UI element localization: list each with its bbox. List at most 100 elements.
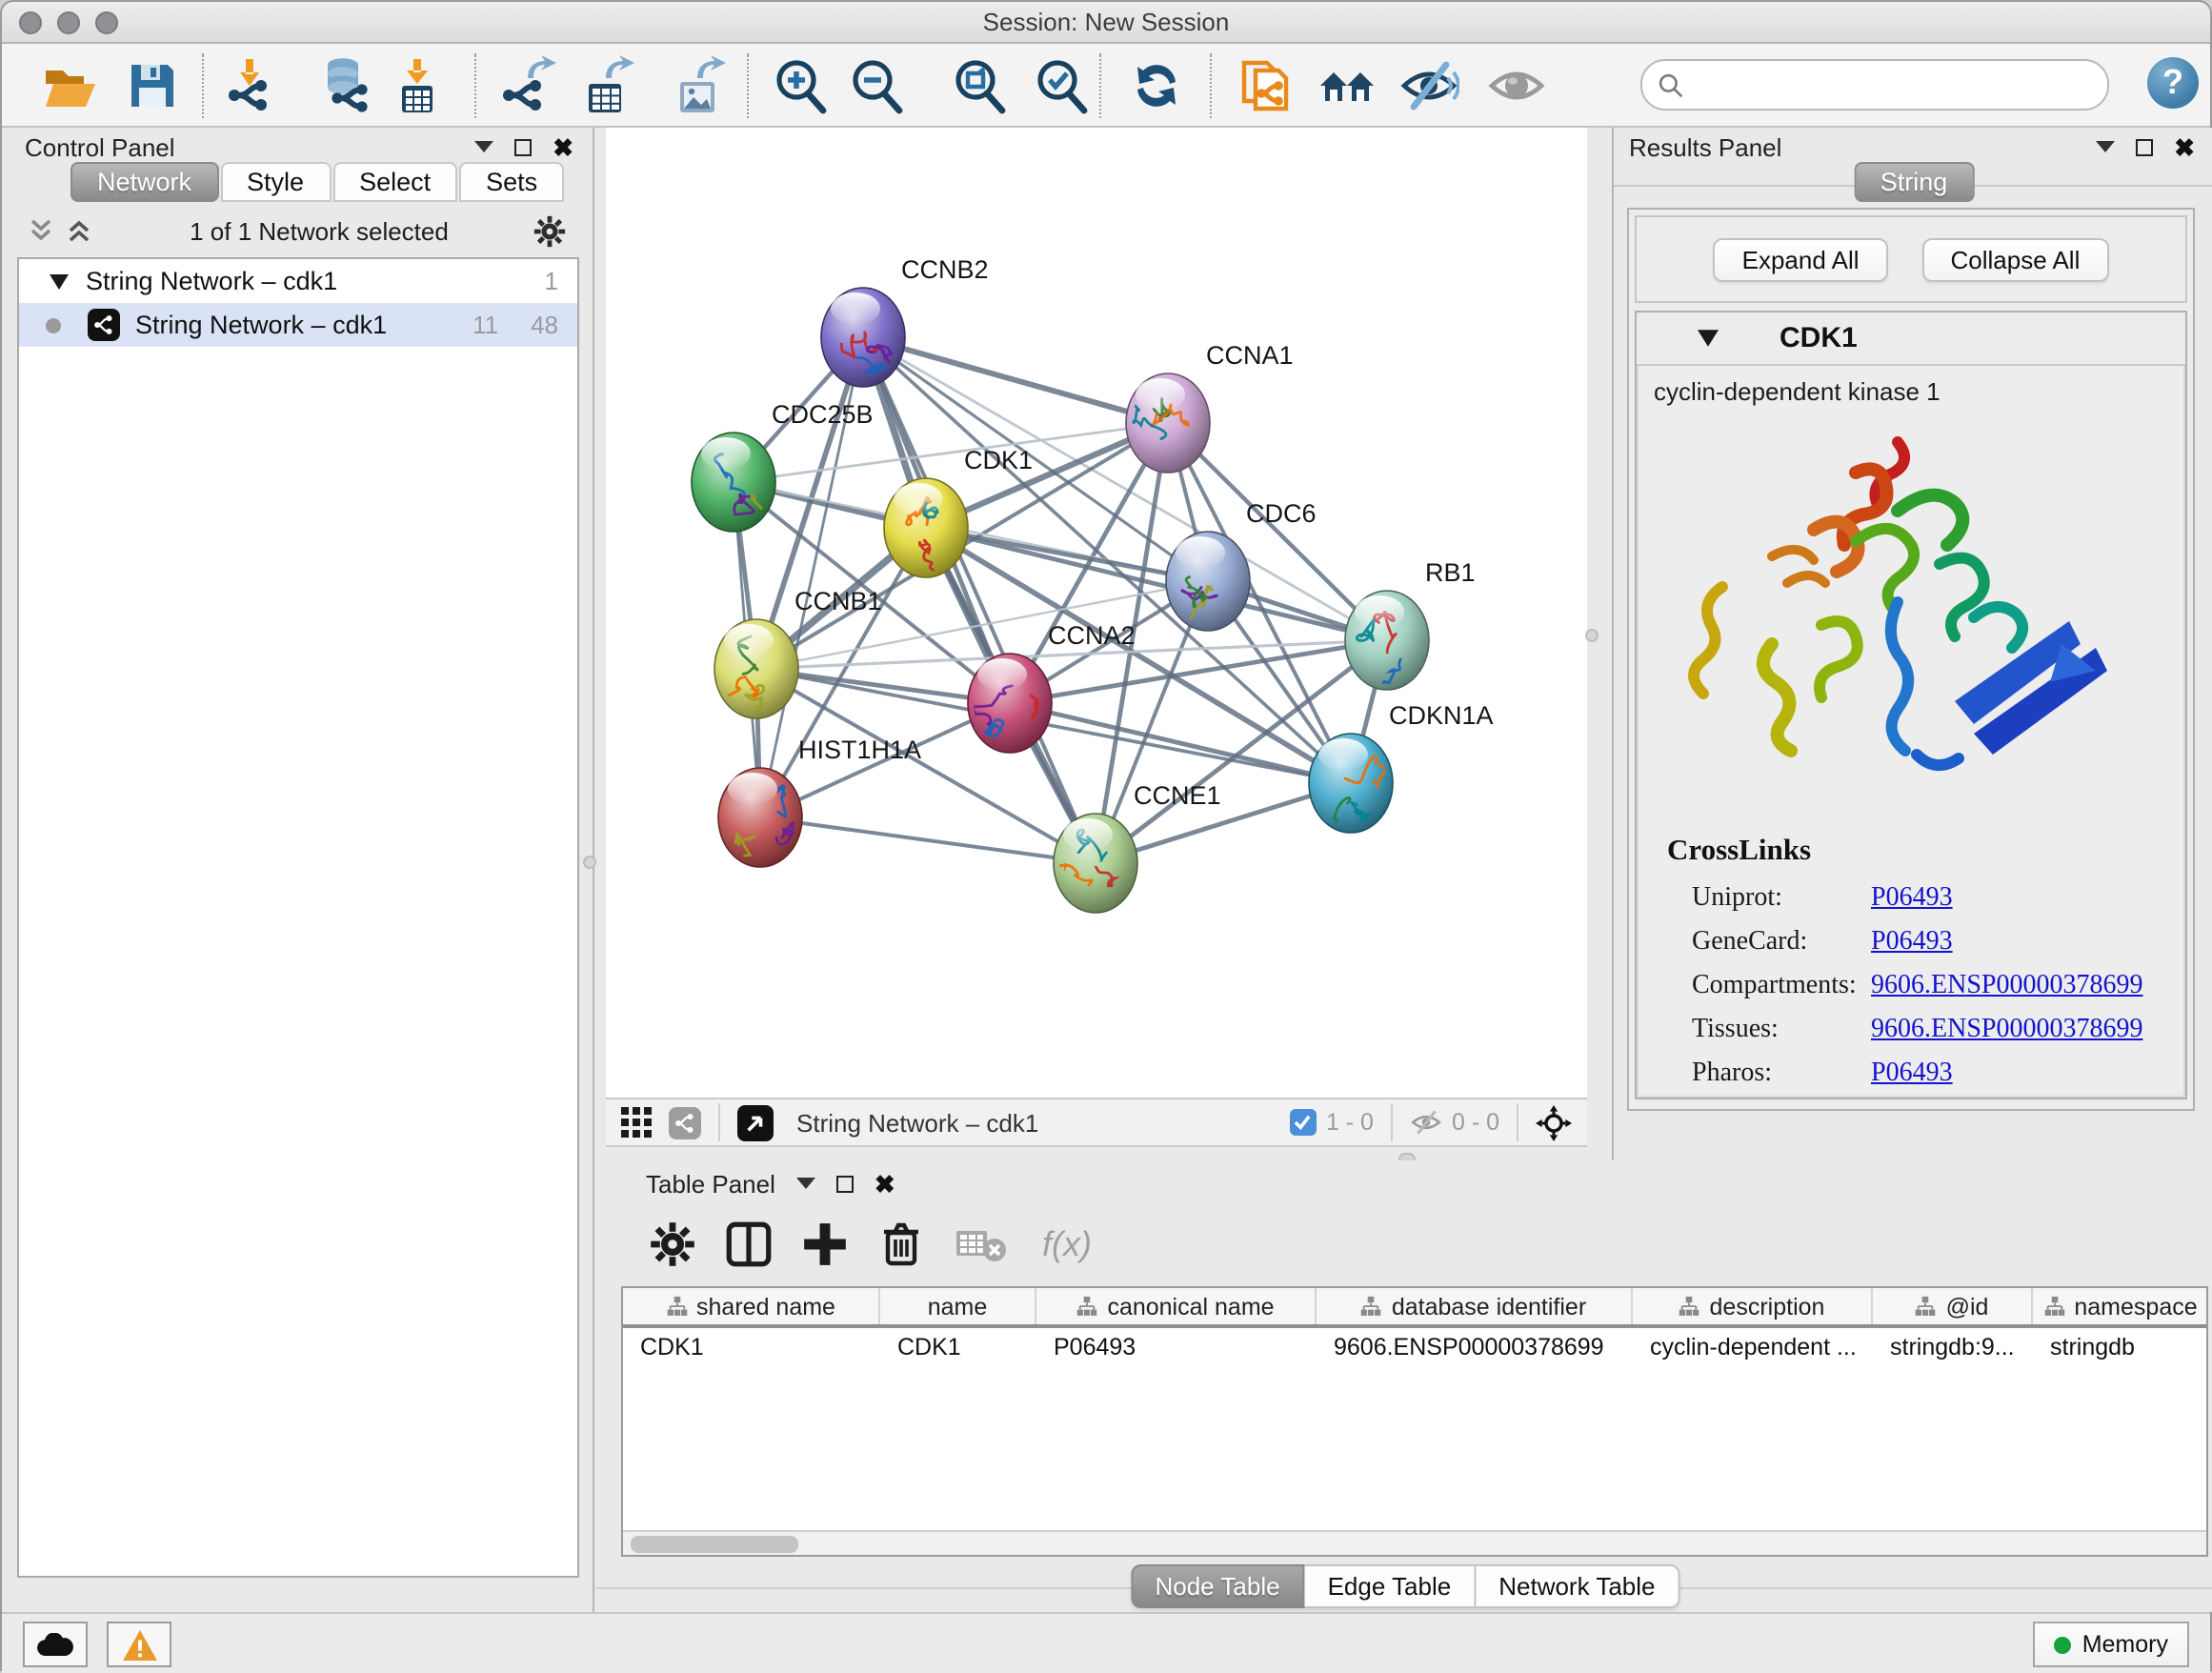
control-panel-tab-sets[interactable]: Sets — [459, 162, 564, 202]
table-tab-node-table[interactable]: Node Table — [1130, 1564, 1304, 1608]
import-network-icon[interactable] — [219, 55, 280, 116]
column-header-canonical-name[interactable]: canonical name — [1036, 1288, 1317, 1324]
workspace: Control Panel ✖ NetworkStyleSelectSets 1… — [2, 128, 2212, 1612]
section-expander-icon[interactable] — [1698, 330, 1719, 347]
show-columns-icon[interactable] — [726, 1221, 772, 1267]
collapse-all-networks-icon[interactable] — [29, 219, 53, 242]
open-in-window-icon[interactable] — [737, 1104, 774, 1140]
panel-float-icon[interactable] — [514, 138, 532, 155]
panel-menu-icon[interactable] — [796, 1178, 815, 1189]
table-cell[interactable]: P06493 — [1036, 1328, 1317, 1366]
column-header-namespace[interactable]: namespace — [2033, 1288, 2208, 1324]
collapse-all-button[interactable]: Collapse All — [1922, 237, 2109, 281]
delete-column-trash-icon[interactable] — [878, 1221, 924, 1267]
panel-menu-icon[interactable] — [2096, 141, 2115, 152]
selected-items-checkbox[interactable] — [1290, 1109, 1317, 1136]
save-session-icon[interactable] — [122, 55, 183, 116]
import-table-icon[interactable] — [387, 55, 448, 116]
left-splitter-handle[interactable] — [583, 856, 596, 869]
panel-close-icon[interactable]: ✖ — [875, 1175, 895, 1192]
table-cell[interactable]: CDK1 — [623, 1328, 880, 1366]
protein-section-header[interactable]: CDK1 — [1637, 312, 2185, 366]
string-home-icon[interactable] — [1317, 55, 1377, 116]
table-options-gear-icon[interactable] — [650, 1221, 695, 1267]
panel-close-icon[interactable]: ✖ — [2174, 138, 2195, 155]
node-RB1[interactable]: RB1 — [1345, 558, 1476, 695]
zoom-out-icon[interactable] — [846, 55, 907, 116]
string-import-icon[interactable] — [1237, 55, 1297, 116]
zoom-fit-icon[interactable] — [949, 55, 1010, 116]
function-builder-icon[interactable]: f(x) — [1038, 1221, 1103, 1267]
control-panel-tab-style[interactable]: Style — [220, 162, 331, 202]
column-header-description[interactable]: description — [1633, 1288, 1873, 1324]
zoom-selected-icon[interactable] — [1031, 55, 1092, 116]
network-options-gear-icon[interactable] — [533, 214, 566, 247]
table-cell[interactable]: CDK1 — [880, 1328, 1036, 1366]
recenter-crosshair-icon[interactable] — [1536, 1104, 1572, 1140]
create-column-plus-icon[interactable] — [802, 1221, 848, 1267]
tree-expander-icon[interactable] — [50, 273, 69, 289]
help-button[interactable]: ? — [2147, 57, 2199, 109]
network-row-selected[interactable]: String Network – cdk1 11 48 — [19, 303, 577, 347]
network-type-icon[interactable] — [669, 1106, 701, 1139]
table-cell[interactable]: stringdb:9... — [1873, 1328, 2033, 1366]
horizontal-scrollbar[interactable] — [623, 1530, 2206, 1555]
results-tab-string[interactable]: String — [1854, 162, 1975, 202]
import-database-icon[interactable] — [316, 55, 377, 116]
control-panel: Control Panel ✖ NetworkStyleSelectSets 1… — [2, 128, 594, 1612]
svg-text:f(x): f(x) — [1042, 1224, 1092, 1263]
table-cell[interactable]: stringdb — [2033, 1328, 2208, 1366]
crosslink-value-link[interactable]: P06493 — [1871, 883, 1953, 914]
table-row[interactable]: CDK1CDK1P064939606.ENSP00000378699cyclin… — [623, 1328, 2206, 1366]
status-bar: Memory — [2, 1612, 2210, 1673]
crosslink-value-link[interactable]: 9606.ENSP00000378699 — [1871, 1015, 2142, 1045]
crosslink-value-link[interactable]: P06493 — [1871, 1058, 1953, 1089]
memory-button[interactable]: Memory — [2033, 1622, 2189, 1667]
network-collection-row[interactable]: String Network – cdk1 1 — [19, 259, 577, 303]
table-tab-network-table[interactable]: Network Table — [1476, 1564, 1679, 1608]
column-header-name[interactable]: name — [880, 1288, 1036, 1324]
zoom-in-icon[interactable] — [770, 55, 831, 116]
show-all-icon[interactable] — [1486, 55, 1547, 116]
node-label-RB1: RB1 — [1425, 558, 1476, 587]
control-panel-tab-network[interactable]: Network — [70, 162, 218, 202]
crosslink-value-link[interactable]: 9606.ENSP00000378699 — [1871, 971, 2142, 1001]
edge-HIST1H1A-CCNE1[interactable] — [760, 817, 1096, 863]
node-label-CCNA1: CCNA1 — [1206, 341, 1294, 370]
table-tab-edge-table[interactable]: Edge Table — [1305, 1564, 1477, 1608]
node-HIST1H1A[interactable]: HIST1H1A — [718, 736, 921, 872]
warnings-button[interactable] — [107, 1622, 171, 1667]
crosslink-value-link[interactable]: P06493 — [1871, 927, 1953, 957]
panel-float-icon[interactable] — [2136, 138, 2153, 155]
open-session-icon[interactable] — [38, 55, 99, 116]
node-CCNA1[interactable]: CCNA1 — [1126, 341, 1294, 473]
column-header-shared-name[interactable]: shared name — [623, 1288, 880, 1324]
expand-all-button[interactable]: Expand All — [1714, 237, 1888, 281]
table-cell[interactable]: 9606.ENSP00000378699 — [1317, 1328, 1633, 1366]
network-canvas[interactable]: CCNB2CCNA1CDC25BCDK1CDC6RB1CCNB1CCNA2CDK… — [606, 128, 1587, 1098]
panel-close-icon[interactable]: ✖ — [553, 138, 573, 155]
export-image-icon[interactable] — [667, 55, 728, 116]
scrollbar-thumb[interactable] — [631, 1536, 798, 1553]
control-panel-tab-select[interactable]: Select — [332, 162, 457, 202]
delete-table-icon[interactable] — [955, 1221, 1008, 1267]
node-CDKN1A[interactable]: CDKN1A — [1309, 701, 1494, 837]
column-header-database-identifier[interactable]: database identifier — [1317, 1288, 1633, 1324]
panel-menu-icon[interactable] — [474, 141, 493, 152]
edge-CCNA2-CDKN1A[interactable] — [1010, 703, 1351, 783]
node-label-CDC25B: CDC25B — [772, 400, 874, 429]
search-input[interactable] — [1694, 70, 2107, 100]
hide-selected-icon[interactable] — [1398, 55, 1459, 116]
cloud-status-button[interactable] — [23, 1622, 88, 1667]
birdseye-grid-icon[interactable] — [621, 1107, 652, 1138]
edge-CCNB2-CCNE1[interactable] — [863, 337, 1096, 863]
right-splitter-handle[interactable] — [1585, 629, 1599, 642]
expand-all-networks-icon[interactable] — [67, 219, 91, 242]
export-network-icon[interactable] — [497, 55, 558, 116]
apply-layout-icon[interactable] — [1126, 55, 1187, 116]
panel-float-icon[interactable] — [836, 1175, 854, 1192]
column-header--id[interactable]: @id — [1873, 1288, 2033, 1324]
node-table[interactable]: shared namenamecanonical namedatabase id… — [621, 1286, 2208, 1557]
table-cell[interactable]: cyclin-dependent ... — [1633, 1328, 1873, 1366]
export-table-icon[interactable] — [575, 55, 636, 116]
